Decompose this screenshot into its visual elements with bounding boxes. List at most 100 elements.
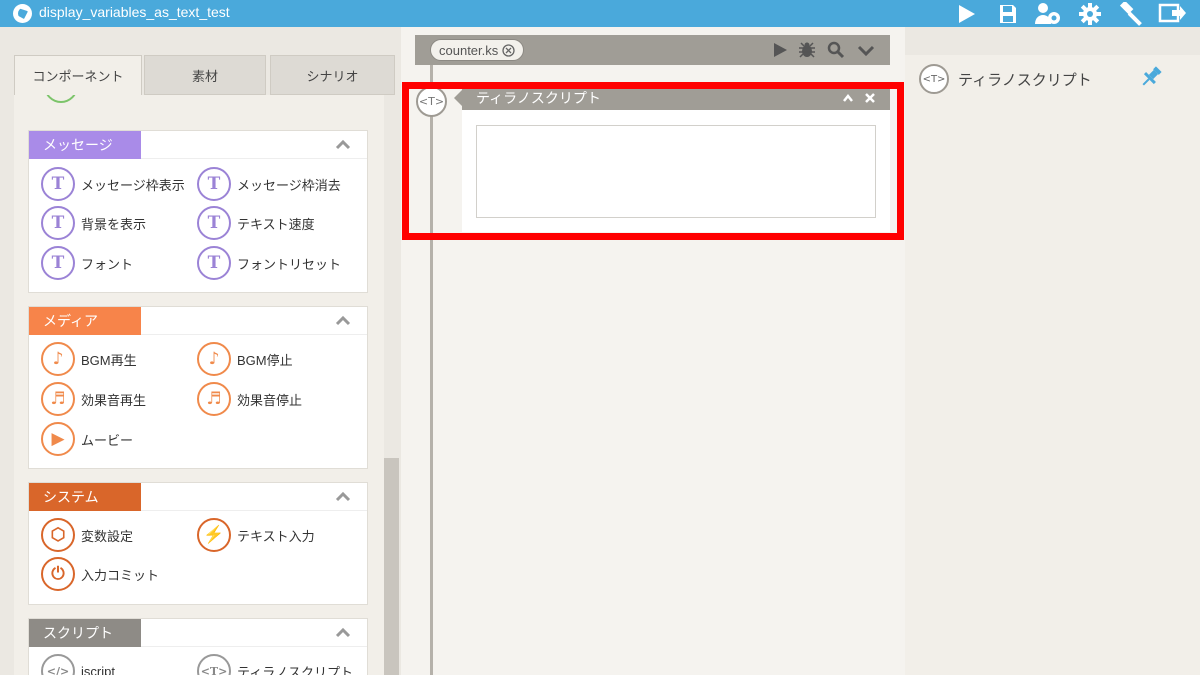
section-message-header[interactable]: メッセージ [29,131,367,159]
file-tab-label: counter.ks [439,42,499,58]
close-circle-icon[interactable] [502,43,515,57]
right-panel [905,55,1200,675]
component-show-background[interactable]: T 背景を表示 [41,206,146,240]
tab-scenario-label: シナリオ [306,68,359,84]
play-icon[interactable] [950,0,982,27]
tab-scenario[interactable]: シナリオ [270,55,395,95]
item-label: 変数設定 [81,528,134,544]
bgm-stop-icon: ♪ [197,342,231,376]
movie-icon: ▶ [41,422,75,456]
item-label: BGM再生 [81,352,137,368]
component-variable-settings[interactable]: ⬡ 変数設定 [41,518,133,552]
section-script: スクリプト </> iscript <T> ティラノスクリプト [28,618,368,675]
component-se-play[interactable]: ♬ 効果音再生 [41,382,146,416]
gear-icon[interactable] [1074,0,1106,27]
component-text-speed[interactable]: T テキスト速度 [197,206,315,240]
window-title: display_variables_as_text_test [39,4,230,20]
cut-off-item-icon [44,95,78,103]
component-font[interactable]: T フォント [41,246,133,280]
component-iscript[interactable]: </> iscript [41,654,115,675]
hammer-icon[interactable] [1115,0,1147,27]
timeline-line [430,65,433,675]
chevron-up-icon[interactable] [335,489,351,505]
section-system-title: システム [29,483,141,511]
section-message: メッセージ T メッセージ枠表示 T メッセージ枠消去 T 背景を表示 T テキ… [28,130,368,293]
section-script-title: スクリプト [29,619,141,647]
section-script-header[interactable]: スクリプト [29,619,367,647]
search-icon[interactable] [826,40,846,60]
item-label: 効果音停止 [237,392,303,408]
item-label: 効果音再生 [81,392,147,408]
component-bgm-stop[interactable]: ♪ BGM停止 [197,342,293,376]
item-label: ティラノスクリプト [237,664,353,675]
input-commit-icon: ⏻ [41,557,75,591]
section-media: メディア ♪ BGM再生 ♪ BGM停止 ♬ 効果音再生 ♬ 効果音停止 ▶ ム… [28,306,368,469]
tab-materials[interactable]: 素材 [144,55,266,95]
component-se-stop[interactable]: ♬ 効果音停止 [197,382,302,416]
show-background-icon: T [41,206,75,240]
file-tab-counter[interactable]: counter.ks [430,39,525,61]
component-list-scrollbar[interactable] [384,95,399,675]
item-label: フォントリセット [237,256,342,272]
component-input-commit[interactable]: ⏻ 入力コミット [41,557,159,591]
script-textarea[interactable] [476,125,876,218]
section-system-header[interactable]: システム [29,483,367,511]
item-label: ムービー [81,432,134,448]
bgm-play-icon: ♪ [41,342,75,376]
font-icon: T [41,246,75,280]
users-settings-icon[interactable] [1032,0,1064,27]
item-label: フォント [81,256,134,272]
font-reset-icon: T [197,246,231,280]
card-header[interactable]: ティラノスクリプト [454,86,890,110]
left-tabs: コンポーネント 素材 シナリオ [14,55,399,95]
section-system: システム ⬡ 変数設定 ⚡ テキスト入力 ⏻ 入力コミット [28,482,368,605]
component-text-input[interactable]: ⚡ テキスト入力 [197,518,315,552]
component-movie[interactable]: ▶ ムービー [41,422,133,456]
se-play-icon: ♬ [41,382,75,416]
close-icon[interactable] [862,90,878,106]
file-tab-bar: counter.ks [415,35,890,65]
item-label: iscript [81,663,115,675]
tab-components-label: コンポーネント [32,69,124,84]
export-icon[interactable] [1156,0,1188,27]
tab-materials-label: 素材 [191,68,218,84]
app-logo-icon [13,4,32,23]
component-bgm-play[interactable]: ♪ BGM再生 [41,342,137,376]
collapse-chevron-icon[interactable] [840,90,856,106]
item-label: 入力コミット [81,567,160,583]
component-tyrano-script[interactable]: <T> ティラノスクリプト [197,654,353,675]
item-label: テキスト入力 [237,528,315,544]
iscript-icon: </> [41,654,75,675]
item-label: BGM停止 [237,352,293,368]
variable-settings-icon: ⬡ [41,518,75,552]
title-bar: display_variables_as_text_test [0,0,1200,27]
bug-icon[interactable] [797,40,817,60]
tyrano-script-icon: <T> [919,64,949,94]
item-label: メッセージ枠表示 [81,177,185,193]
chevron-up-icon[interactable] [335,625,351,641]
text-input-icon: ⚡ [197,518,231,552]
item-label: メッセージ枠消去 [237,177,341,193]
component-message-window-hide[interactable]: T メッセージ枠消去 [197,167,341,201]
item-label: 背景を表示 [81,216,147,232]
component-message-window-show[interactable]: T メッセージ枠表示 [41,167,185,201]
pin-icon[interactable] [1138,64,1164,90]
component-list: メッセージ T メッセージ枠表示 T メッセージ枠消去 T 背景を表示 T テキ… [14,95,384,675]
chevron-up-icon[interactable] [335,313,351,329]
card-title: ティラノスクリプト [476,90,601,106]
section-media-header[interactable]: メディア [29,307,367,335]
tab-components[interactable]: コンポーネント [14,55,142,95]
play-icon[interactable] [770,40,790,60]
scrollbar-thumb[interactable] [384,458,399,675]
item-label: テキスト速度 [237,216,315,232]
left-panel: コンポーネント 素材 シナリオ メッセージ T メッセージ枠表示 T メッセージ… [14,55,399,675]
message-window-hide-icon: T [197,167,231,201]
chevron-down-icon[interactable] [856,40,876,60]
save-icon[interactable] [992,0,1024,27]
section-message-title: メッセージ [29,131,141,159]
tyrano-script-card: ティラノスクリプト [454,86,890,232]
chevron-up-icon[interactable] [335,137,351,153]
tyrano-script-node-icon[interactable]: <T> [416,86,447,117]
component-font-reset[interactable]: T フォントリセット [197,246,341,280]
right-panel-title: ティラノスクリプト [958,72,1092,89]
